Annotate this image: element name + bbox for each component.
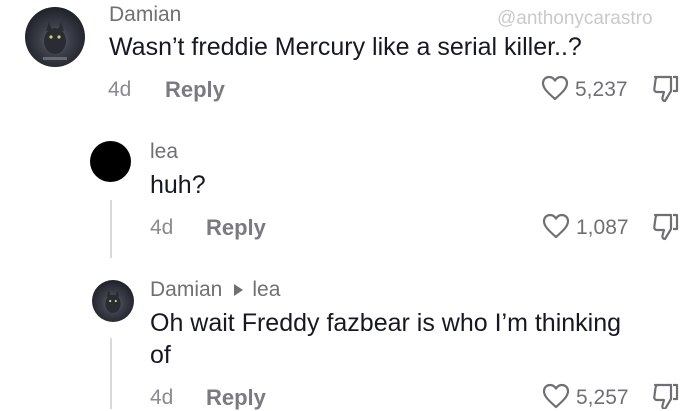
comment-header: Damian lea (150, 278, 280, 302)
thumbs-down-icon (653, 213, 679, 241)
comment-username[interactable]: lea (150, 140, 178, 164)
comment-text-line-2: of (150, 341, 171, 369)
avatar[interactable] (90, 141, 131, 182)
cat-avatar-icon (43, 22, 67, 60)
heart-outline-icon (542, 383, 570, 409)
avatar[interactable] (92, 280, 134, 322)
comment-text: huh? (150, 171, 206, 199)
comment-age: 4d (108, 78, 132, 101)
triangle-right-icon (234, 284, 244, 296)
reply-to-username[interactable]: lea (252, 278, 280, 302)
like-count: 5,257 (576, 386, 629, 409)
heart-outline-icon (542, 213, 570, 239)
like-count: 1,087 (576, 216, 629, 239)
thumbs-down-icon (653, 75, 679, 103)
thread-line (110, 200, 112, 258)
reply-button[interactable]: Reply (165, 77, 225, 103)
like-count: 5,237 (575, 78, 628, 101)
comment-username[interactable]: Damian (150, 278, 222, 302)
comment-username[interactable]: Damian (109, 3, 181, 27)
thread-line (110, 338, 112, 409)
reply-button[interactable]: Reply (206, 215, 266, 241)
like-button[interactable] (542, 213, 570, 239)
comment-age: 4d (150, 386, 174, 409)
like-button[interactable] (541, 75, 569, 101)
comment-text: Wasn’t freddie Mercury like a serial kil… (109, 33, 582, 61)
dislike-button[interactable] (652, 74, 680, 104)
watermark-text: @anthonycarastro (497, 8, 653, 29)
reply-button[interactable]: Reply (206, 385, 266, 411)
thumbs-down-icon (653, 383, 679, 409)
dislike-button[interactable] (652, 212, 680, 242)
cat-avatar-icon (105, 290, 121, 313)
heart-outline-icon (541, 75, 569, 101)
comment-text-line-1: Oh wait Freddy fazbear is who I’m thinki… (150, 309, 622, 337)
dislike-button[interactable] (652, 382, 680, 409)
like-button[interactable] (542, 383, 570, 409)
avatar[interactable] (25, 7, 85, 67)
comment-age: 4d (150, 216, 174, 239)
